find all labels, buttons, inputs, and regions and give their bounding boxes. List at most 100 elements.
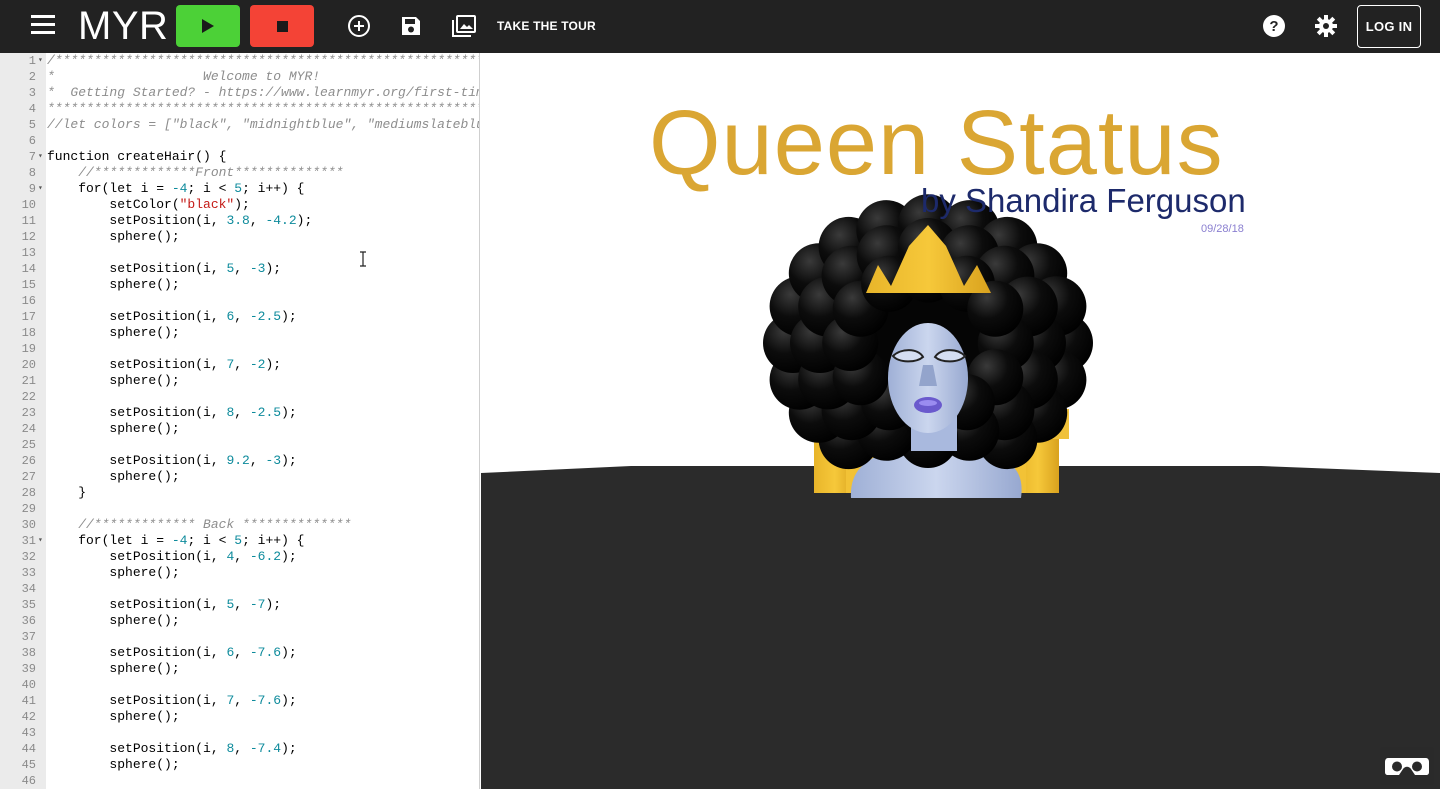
code-line[interactable]: 36 sphere();: [0, 613, 479, 629]
code-text: setPosition(i, 5, -3);: [47, 261, 282, 276]
code-line[interactable]: 1 ▾ /*************************************…: [0, 53, 479, 69]
code-line[interactable]: 38 setPosition(i, 6, -7.6);: [0, 645, 479, 661]
stop-button[interactable]: [250, 5, 314, 47]
left-eye: [891, 349, 925, 363]
play-button[interactable]: [176, 5, 240, 47]
code-line[interactable]: 22: [0, 389, 479, 405]
code-text: setPosition(i, 6, -2.5);: [47, 309, 297, 324]
code-line[interactable]: 16: [0, 293, 479, 309]
vr-headset-icon: [1385, 758, 1429, 775]
line-number: 44: [21, 742, 36, 756]
code-line[interactable]: 24 sphere();: [0, 421, 479, 437]
code-text: sphere();: [47, 661, 180, 676]
code-line[interactable]: 41 setPosition(i, 7, -7.6);: [0, 693, 479, 709]
code-line[interactable]: 26 setPosition(i, 9.2, -3);: [0, 453, 479, 469]
line-number: 7: [28, 150, 36, 164]
code-text: setPosition(i, 7, -7.6);: [47, 693, 297, 708]
save-icon[interactable]: [399, 14, 423, 38]
code-line[interactable]: 6: [0, 133, 479, 149]
line-number: 30: [21, 518, 36, 532]
login-button[interactable]: LOG IN: [1357, 5, 1421, 48]
code-line[interactable]: 2 * Welcome to MYR! *: [0, 69, 479, 85]
code-line[interactable]: 34: [0, 581, 479, 597]
code-line[interactable]: 40: [0, 677, 479, 693]
code-line[interactable]: 29: [0, 501, 479, 517]
line-number: 8: [28, 166, 36, 180]
play-icon: [202, 19, 214, 33]
code-line[interactable]: 20 setPosition(i, 7, -2);: [0, 357, 479, 373]
vr-mode-button[interactable]: [1380, 747, 1434, 785]
code-line[interactable]: 10 setColor("black");: [0, 197, 479, 213]
code-line[interactable]: 12 sphere();: [0, 229, 479, 245]
fold-arrow-icon[interactable]: ▾: [38, 533, 43, 549]
code-line[interactable]: 43: [0, 725, 479, 741]
line-number: 26: [21, 454, 36, 468]
photo-library-icon[interactable]: [451, 14, 476, 38]
code-line[interactable]: 11 setPosition(i, 3.8, -4.2);: [0, 213, 479, 229]
code-line[interactable]: 33 sphere();: [0, 565, 479, 581]
line-number: 21: [21, 374, 36, 388]
code-line[interactable]: 14 setPosition(i, 5, -3);: [0, 261, 479, 277]
code-area[interactable]: 1 ▾/*************************************…: [0, 53, 479, 789]
code-text: sphere();: [47, 757, 180, 772]
line-number: 11: [21, 214, 36, 228]
code-line[interactable]: 31 ▾ for(let i = -4; i < 5; i++) {: [0, 533, 479, 549]
code-line[interactable]: 44 setPosition(i, 8, -7.4);: [0, 741, 479, 757]
add-circle-icon[interactable]: [347, 14, 371, 38]
code-line[interactable]: 13: [0, 245, 479, 261]
code-line[interactable]: 39 sphere();: [0, 661, 479, 677]
line-number: 38: [21, 646, 36, 660]
code-text: for(let i = -4; i < 5; i++) {: [47, 533, 305, 548]
take-tour-link[interactable]: TAKE THE TOUR: [497, 19, 596, 33]
code-line[interactable]: 35 setPosition(i, 5, -7);: [0, 597, 479, 613]
code-text: sphere();: [47, 373, 180, 388]
line-number: 19: [21, 342, 36, 356]
line-number: 40: [21, 678, 36, 692]
code-line[interactable]: 17 setPosition(i, 6, -2.5);: [0, 309, 479, 325]
fold-arrow-icon[interactable]: ▾: [38, 181, 43, 197]
line-number: 10: [21, 198, 36, 212]
scene-viewport[interactable]: Queen Status by Shandira Ferguson 09/28/…: [481, 53, 1440, 789]
code-line[interactable]: 5 //let colors = ["black", "midnightblue"…: [0, 117, 479, 133]
code-line[interactable]: 28 }: [0, 485, 479, 501]
line-number: 31: [21, 534, 36, 548]
code-line[interactable]: 21 sphere();: [0, 373, 479, 389]
code-line[interactable]: 8 //*************Front**************: [0, 165, 479, 181]
code-line[interactable]: 9 ▾ for(let i = -4; i < 5; i++) {: [0, 181, 479, 197]
code-line[interactable]: 37: [0, 629, 479, 645]
code-text: setPosition(i, 7, -2);: [47, 357, 282, 372]
code-text: setPosition(i, 9.2, -3);: [47, 453, 297, 468]
code-line[interactable]: 46: [0, 773, 479, 789]
code-line[interactable]: 15 sphere();: [0, 277, 479, 293]
code-text: //*************Front**************: [47, 165, 344, 180]
code-line[interactable]: 32 setPosition(i, 4, -6.2);: [0, 549, 479, 565]
line-number: 45: [21, 758, 36, 772]
gear-icon[interactable]: [1314, 14, 1338, 38]
code-editor[interactable]: 1 ▾/*************************************…: [0, 53, 480, 789]
code-line[interactable]: 30 //************* Back **************: [0, 517, 479, 533]
svg-text:?: ?: [1269, 18, 1278, 35]
code-text: setPosition(i, 6, -7.6);: [47, 645, 297, 660]
code-text: for(let i = -4; i < 5; i++) {: [47, 181, 305, 196]
hamburger-menu-icon[interactable]: [28, 13, 58, 37]
code-line[interactable]: 42 sphere();: [0, 709, 479, 725]
top-toolbar: MYR TAKE THE TOUR ? LOG IN: [0, 0, 1440, 53]
help-circle-icon[interactable]: ?: [1262, 14, 1286, 38]
line-number: 17: [21, 310, 36, 324]
code-line[interactable]: 23 setPosition(i, 8, -2.5);: [0, 405, 479, 421]
code-line[interactable]: 18 sphere();: [0, 325, 479, 341]
code-line[interactable]: 4 ***************************************…: [0, 101, 479, 117]
scene-author: by Shandira Ferguson: [921, 182, 1246, 219]
code-text: sphere();: [47, 709, 180, 724]
code-line[interactable]: 27 sphere();: [0, 469, 479, 485]
code-line[interactable]: 45 sphere();: [0, 757, 479, 773]
code-line[interactable]: 3 * Getting Started? - https://www.learnm…: [0, 85, 479, 101]
line-number: 46: [21, 774, 36, 788]
fold-arrow-icon[interactable]: ▾: [38, 53, 43, 69]
code-line[interactable]: 7 ▾ function createHair() {: [0, 149, 479, 165]
fold-arrow-icon[interactable]: ▾: [38, 149, 43, 165]
code-line[interactable]: 25: [0, 437, 479, 453]
code-line[interactable]: 19: [0, 341, 479, 357]
code-text: }: [47, 485, 87, 500]
line-number: 18: [21, 326, 36, 340]
